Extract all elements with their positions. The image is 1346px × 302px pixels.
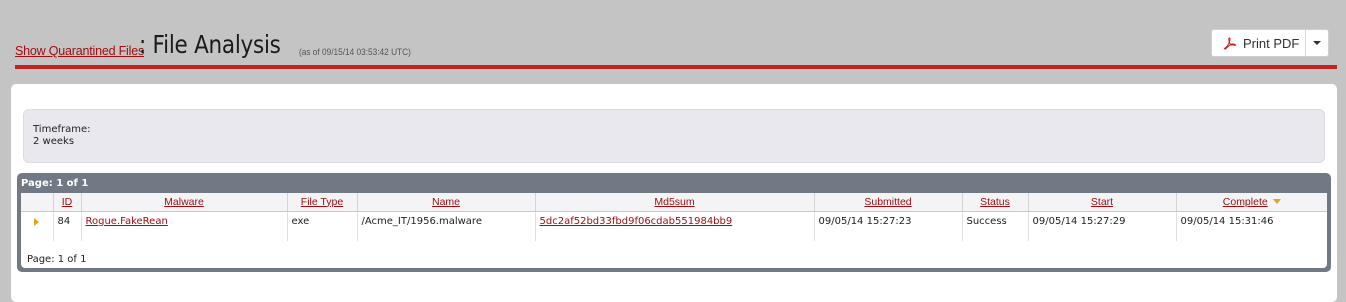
col-header-md5sum[interactable]: Md5sum bbox=[535, 193, 815, 212]
page-header: Show Quarantined Files : File Analysis (… bbox=[15, 28, 1337, 64]
cell-name: /Acme_IT/1956.malware bbox=[357, 211, 536, 241]
col-header-id[interactable]: ID bbox=[53, 193, 82, 212]
grid-body: ID Malware File Type Name Md5sum Submitt… bbox=[21, 193, 1327, 268]
cell-malware-link[interactable]: Rogue.FakeRean bbox=[81, 211, 288, 241]
col-header-start[interactable]: Start bbox=[1028, 193, 1177, 212]
col-header-malware[interactable]: Malware bbox=[81, 193, 288, 212]
sort-descending-icon bbox=[1272, 199, 1281, 205]
print-pdf-button[interactable]: Print PDF bbox=[1212, 30, 1306, 56]
chevron-down-icon bbox=[1313, 41, 1321, 45]
header-divider bbox=[15, 65, 1337, 69]
filter-summary: Timeframe: 2 weeks bbox=[23, 109, 1325, 163]
col-header-submitted[interactable]: Submitted bbox=[814, 193, 963, 212]
print-pdf-label: Print PDF bbox=[1243, 35, 1300, 51]
col-header-file-type[interactable]: File Type bbox=[287, 193, 358, 212]
col-header-complete[interactable]: Complete bbox=[1176, 193, 1327, 212]
col-header-complete-label: Complete bbox=[1222, 195, 1268, 208]
file-analysis-grid: Page: 1 of 1 ID Malware File Type Name M… bbox=[17, 173, 1331, 272]
page-title: : File Analysis bbox=[139, 30, 281, 59]
timeframe-label: Timeframe: bbox=[33, 124, 91, 135]
cell-status: Success bbox=[962, 211, 1029, 241]
timeframe-value: 2 weeks bbox=[33, 136, 75, 147]
row-expander[interactable] bbox=[21, 211, 54, 241]
col-header-status[interactable]: Status bbox=[962, 193, 1029, 212]
pager-bottom: Page: 1 of 1 bbox=[27, 254, 87, 265]
col-header-name[interactable]: Name bbox=[357, 193, 536, 212]
cell-start: 09/05/14 15:27:29 bbox=[1028, 211, 1177, 241]
cell-id: 84 bbox=[53, 211, 82, 241]
results-table: ID Malware File Type Name Md5sum Submitt… bbox=[21, 193, 1327, 241]
cell-md5sum-link[interactable]: 5dc2af52bd33fbd9f06cdab551984bb9 bbox=[535, 211, 815, 241]
print-pdf-button-group: Print PDF bbox=[1211, 29, 1329, 57]
pdf-icon bbox=[1224, 36, 1236, 50]
content-panel: Timeframe: 2 weeks Page: 1 of 1 ID Malwa… bbox=[11, 84, 1337, 302]
cell-file-type: exe bbox=[287, 211, 358, 241]
cell-complete: 09/05/14 15:31:46 bbox=[1180, 215, 1274, 227]
table-row[interactable]: 84 Rogue.FakeRean exe /Acme_IT/1956.malw… bbox=[21, 211, 1327, 241]
col-expander-header bbox=[21, 193, 54, 212]
as-of-timestamp: (as of 09/15/14 03:53:42 UTC) bbox=[299, 47, 411, 57]
cell-submitted: 09/05/14 15:27:23 bbox=[814, 211, 963, 241]
print-options-dropdown[interactable] bbox=[1306, 30, 1328, 56]
expand-arrow-icon bbox=[34, 217, 40, 226]
show-quarantined-files-link[interactable]: Show Quarantined Files bbox=[15, 44, 144, 58]
table-header-row: ID Malware File Type Name Md5sum Submitt… bbox=[21, 193, 1327, 212]
pager-top: Page: 1 of 1 bbox=[21, 178, 89, 189]
